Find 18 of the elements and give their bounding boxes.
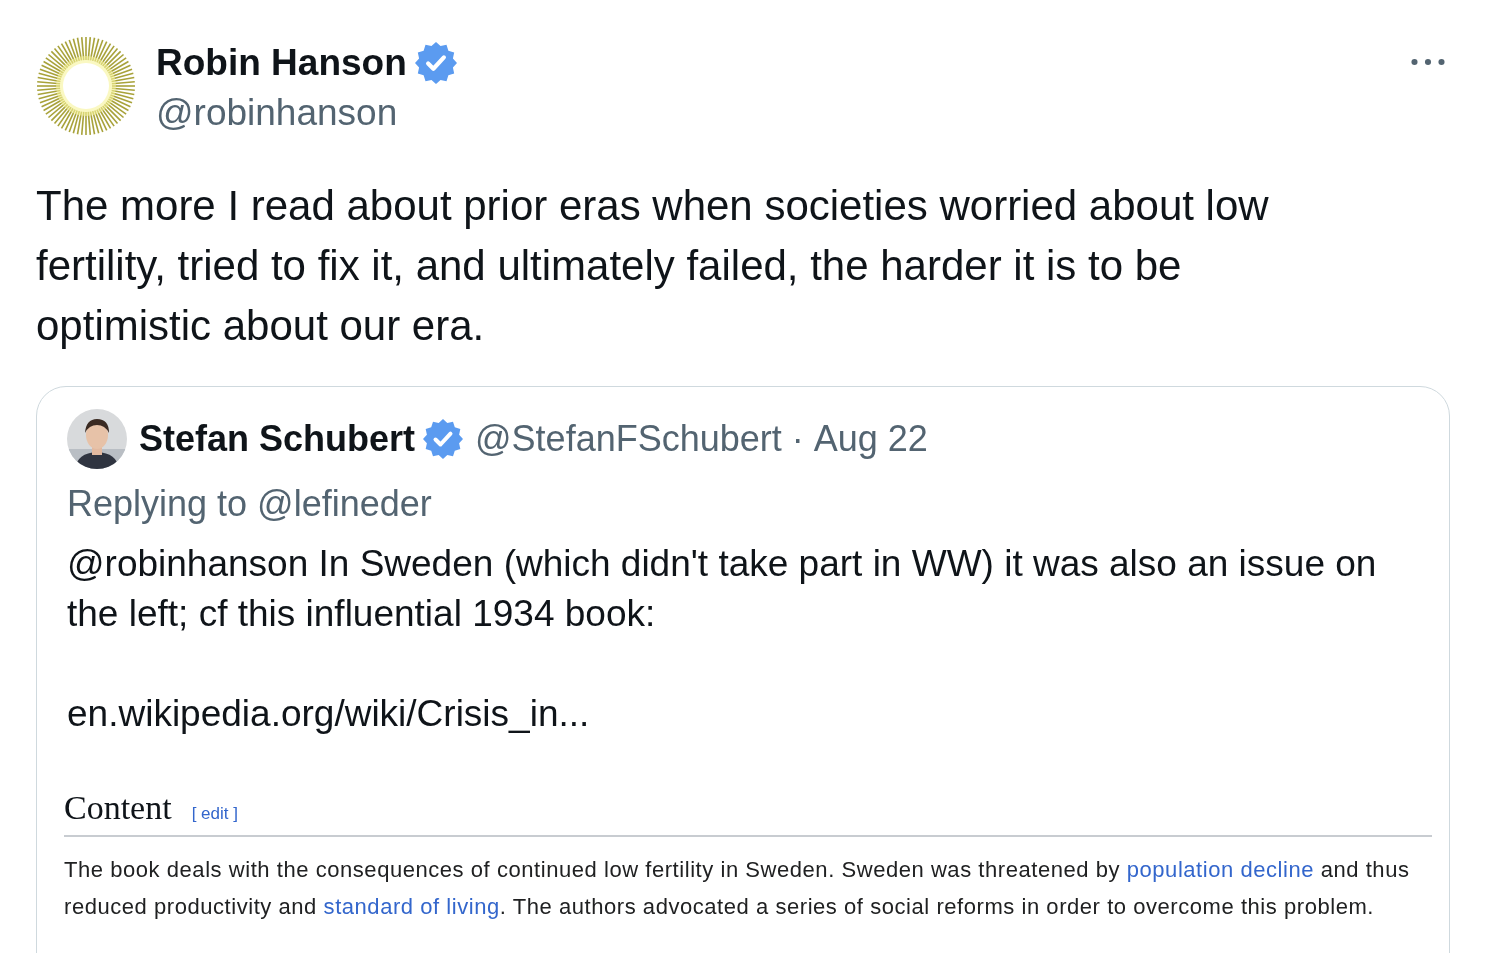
author-handle[interactable]: @robinhanson (156, 86, 457, 140)
article-link[interactable]: standard of living (323, 894, 500, 919)
article-link[interactable]: population decline (1126, 857, 1314, 882)
tweet-text: The more I read about prior eras when societies worried about low fertility, tried to fix it, and ultimately failed, the harder it is to be optimistic about our era. (36, 181, 1270, 351)
edit-link[interactable]: [ edit ] (191, 804, 238, 824)
tweet-date[interactable]: Aug 22 (813, 418, 928, 460)
quoted-author-handle[interactable]: @StefanFSchubert (475, 418, 782, 460)
author-name[interactable]: Robin Hanson (156, 40, 407, 86)
quoted-tweet-card[interactable] (36, 386, 1450, 953)
more-options-icon[interactable] (1410, 57, 1446, 67)
separator-dot: · (791, 418, 804, 460)
section-heading: Content (64, 789, 172, 827)
quoted-author-name[interactable]: Stefan Schubert (139, 418, 416, 460)
sunburst-avatar[interactable] (36, 36, 136, 136)
quoted-tweet-text: @robinhanson In Sweden (which didn't take part in WW) it was also an issue on the left; cf this influential 1934 book: (67, 542, 1378, 636)
replying-to-text: Replying to @lefineder (67, 482, 433, 526)
link-text[interactable]: en.wikipedia.org/wiki/Crisis_in... (67, 689, 1382, 739)
article-paragraph: The book deals with the consequences of continued low fertility in Sweden. Sweden was threatened by population decline and thus reduced productivity and standard of living. The authors advocated a series of social reforms in order to overcome this problem. (64, 856, 1411, 921)
